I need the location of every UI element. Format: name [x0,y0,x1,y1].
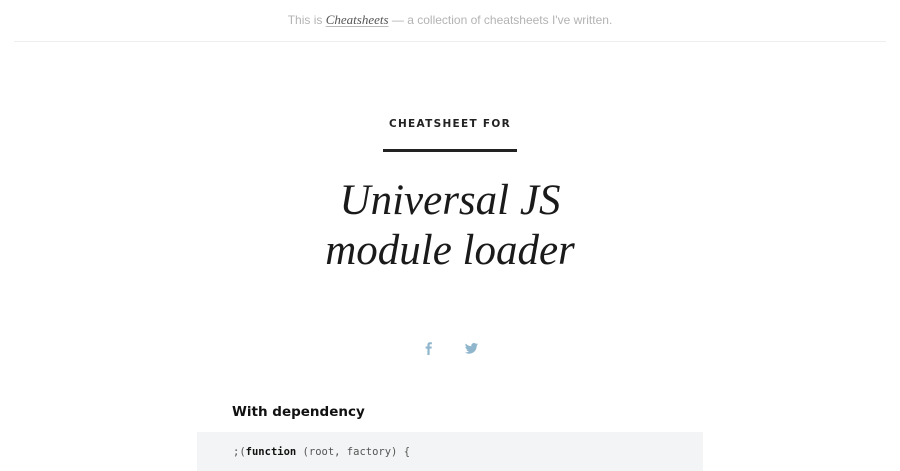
code-block: ;(function (root, factory) { [197,432,703,471]
page-kicker: CHEATSHEET FOR [388,118,512,130]
kicker-rule [383,149,517,152]
twitter-icon[interactable] [463,339,479,357]
top-bar: This is Cheatsheets — a collection of ch… [0,0,900,41]
intro-suffix: — a collection of cheatsheets I've writt… [388,13,613,27]
code-punct: ;( [233,446,246,458]
facebook-icon[interactable] [423,339,435,357]
cheatsheets-link[interactable]: Cheatsheets [326,12,389,27]
code-rest: (root, factory) { [296,446,411,458]
page-title: Universal JS module loader [0,176,900,276]
site-intro: This is Cheatsheets — a collection of ch… [0,12,900,28]
code-line: ;(function (root, factory) { [233,446,410,458]
section-heading: With dependency [232,404,365,420]
code-keyword: function [245,446,297,458]
title-line-1: Universal JS [339,177,561,224]
intro-prefix: This is [287,13,326,27]
header-divider [14,41,886,42]
title-line-2: module loader [325,227,575,274]
share-buttons [0,339,900,357]
